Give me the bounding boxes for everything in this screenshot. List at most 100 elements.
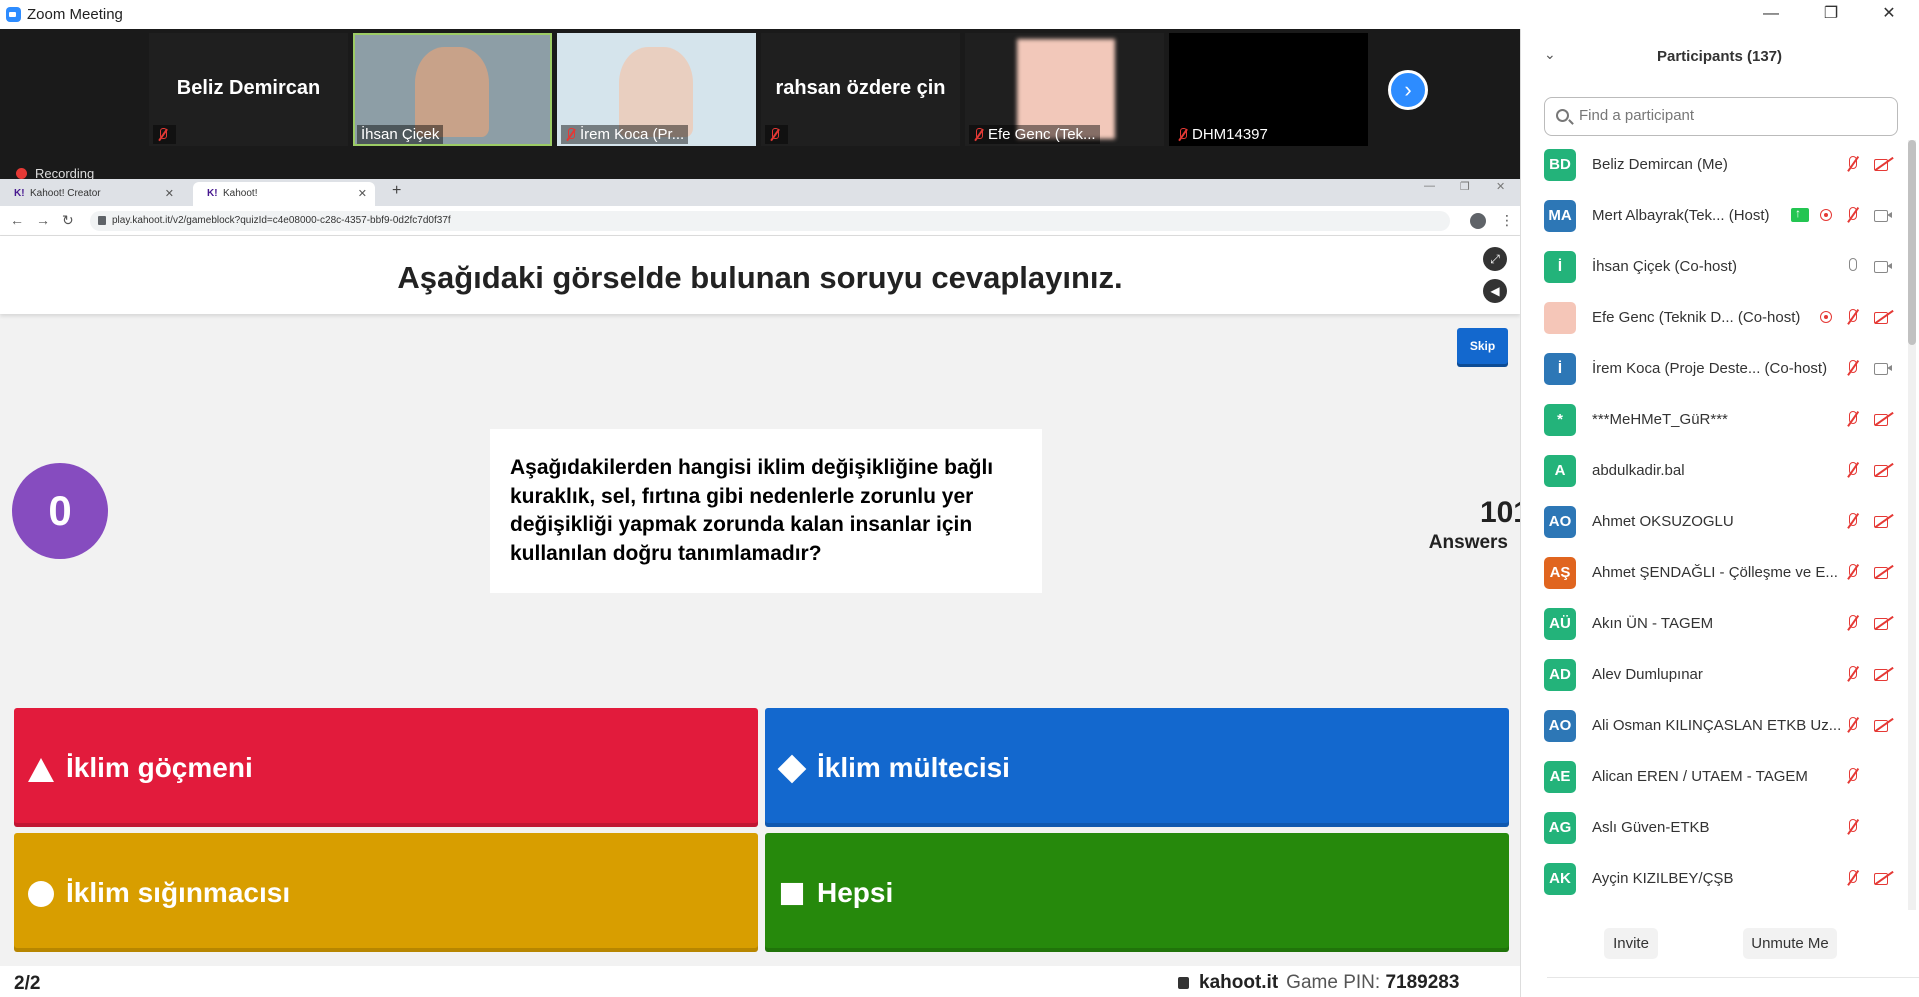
avatar: İ (1544, 353, 1576, 385)
fullscreen-icon[interactable]: ⤢ (1483, 247, 1507, 271)
participant-row[interactable]: AO Ali Osman KILINÇASLAN ETKB Uz... (1520, 702, 1899, 753)
window-title: Zoom Meeting (27, 6, 123, 23)
unmute-me-button[interactable]: Unmute Me (1743, 928, 1837, 959)
browser-tab-bar: K! Kahoot! Creator ✕ K! Kahoot! ✕ (0, 179, 1520, 206)
lock-icon (1178, 977, 1189, 989)
participant-row[interactable]: Efe Genc (Teknik D... (Co-host) (1520, 294, 1899, 345)
answers-label: Answers (1428, 532, 1508, 553)
participant-status-icons (1833, 818, 1893, 836)
participant-row[interactable]: AŞ Ahmet ŞENDAĞLI - Çölleşme ve E... (1520, 549, 1899, 600)
participant-name: Beliz Demircan (Me) (1592, 156, 1728, 173)
avatar: * (1544, 404, 1576, 436)
video-tile[interactable]: İrem Koca (Pr... (557, 33, 756, 146)
participant-name: Alev Dumlupınar (1592, 666, 1703, 683)
participant-name: İrem Koca (Proje Deste... (Co-host) (1592, 360, 1828, 377)
avatar: AE (1544, 761, 1576, 793)
video-tile[interactable]: Beliz Demircan (149, 33, 348, 146)
next-page-button[interactable]: › (1388, 70, 1428, 110)
participant-name: Akın ÜN - TAGEM (1592, 615, 1714, 632)
tile-label: DHM14397 (1173, 125, 1272, 144)
avatar: İ (1544, 251, 1576, 283)
answer-text: İklim mültecisi (817, 752, 1010, 783)
participant-status-icons (1833, 155, 1893, 173)
divider (1547, 977, 1919, 978)
mic-muted-icon (1843, 869, 1863, 887)
url-input[interactable]: play.kahoot.it/v2/gameblock?quizId=c4e08… (90, 211, 1450, 231)
tile-label-text: DHM14397 (1192, 126, 1268, 143)
avatar: AÜ (1544, 608, 1576, 640)
camera-off-icon (1873, 461, 1893, 479)
mic-muted-icon (1843, 665, 1863, 683)
question-text: Aşağıdakilerden hangisi iklim değişikliğ… (510, 456, 994, 565)
participant-row[interactable]: AE Alican EREN / UTAEM - TAGEM (1520, 753, 1899, 804)
tile-name: rahsan özdere çin (775, 77, 946, 99)
camera-icon (1873, 257, 1893, 275)
browser-restore-button[interactable]: ❐ (1460, 180, 1470, 193)
participant-row[interactable]: * ***MeHMeT_GüR*** (1520, 396, 1899, 447)
browser-minimize-button[interactable]: — (1424, 180, 1435, 192)
participants-title: Participants (137) (1656, 48, 1783, 65)
camera-off-icon (1873, 614, 1893, 632)
answer-option-triangle[interactable]: İklim göçmeni (14, 708, 758, 827)
video-tile[interactable]: İhsan Çiçek (353, 33, 552, 146)
scrollbar-thumb[interactable] (1908, 140, 1916, 345)
answer-text: İklim sığınmacısı (66, 877, 291, 908)
answer-option-square[interactable]: Hepsi (765, 833, 1509, 952)
new-tab-button[interactable]: + (392, 182, 401, 200)
close-button[interactable]: ✕ (1865, 2, 1913, 26)
mic-muted-icon (1843, 308, 1863, 326)
video-strip: Beliz Demircan İhsan Çiçek İrem Koca (Pr..… (0, 29, 1520, 181)
avatar: AD (1544, 659, 1576, 691)
video-tile[interactable]: Efe Genc (Tek... (965, 33, 1164, 146)
camera-icon (1873, 206, 1893, 224)
empty-slot (1873, 818, 1893, 836)
browser-tab-kahoot[interactable]: K! Kahoot! ✕ (193, 182, 375, 206)
tab-close-icon[interactable]: ✕ (358, 187, 367, 200)
page-counter: 2/2 (14, 973, 41, 994)
answers-count: 101 (1479, 496, 1530, 529)
participant-row[interactable]: İ İhsan Çiçek (Co-host) (1520, 243, 1899, 294)
minimize-button[interactable]: — (1747, 2, 1795, 26)
participant-row[interactable]: AD Alev Dumlupınar (1520, 651, 1899, 702)
participant-row[interactable]: BD Beliz Demircan (Me) (1520, 141, 1899, 192)
participant-row[interactable]: İ İrem Koca (Proje Deste... (Co-host) (1520, 345, 1899, 396)
reload-button[interactable]: ↻ (62, 212, 74, 229)
participant-status-icons (1833, 614, 1893, 632)
tab-close-icon[interactable]: ✕ (165, 187, 174, 200)
browser-tab-creator[interactable]: K! Kahoot! Creator ✕ (0, 182, 182, 206)
tile-label-text: İhsan Çiçek (361, 126, 440, 143)
participant-row[interactable]: AO Ahmet OKSUZOGLU (1520, 498, 1899, 549)
profile-avatar[interactable] (1470, 213, 1486, 229)
maximize-button[interactable]: ❐ (1807, 2, 1855, 26)
invite-button[interactable]: Invite (1604, 928, 1658, 959)
tile-name: Beliz Demircan (176, 77, 321, 99)
browser-close-button[interactable]: ✕ (1496, 180, 1505, 193)
participant-row[interactable]: Aabdulkadir.bal (1520, 447, 1899, 498)
avatar: AK (1544, 863, 1576, 895)
timer-circle: 0 (12, 463, 108, 559)
forward-button[interactable]: → (36, 212, 50, 228)
participant-status-icons (1833, 563, 1893, 581)
video-tile[interactable]: DHM14397 (1169, 33, 1368, 146)
participant-row[interactable]: AG Aslı Güven-ETKB (1520, 804, 1899, 855)
browser-menu-icon[interactable]: ⋮ (1500, 212, 1514, 229)
participant-status-icons (1781, 206, 1893, 224)
avatar: AG (1544, 812, 1576, 844)
skip-button[interactable]: Skip (1457, 328, 1508, 364)
mic-muted-icon (1843, 716, 1863, 734)
participant-name: Efe Genc (Teknik D... (Co-host) (1592, 309, 1801, 326)
participant-row[interactable]: MA Mert Albayrak(Tek... (Host) (1520, 192, 1899, 243)
back-button[interactable]: ← (10, 212, 24, 228)
mic-muted-icon (1843, 410, 1863, 428)
tile-label-text: Efe Genc (Tek... (988, 126, 1096, 143)
participant-search-input[interactable]: Find a participant (1544, 97, 1898, 136)
sound-icon[interactable]: ◀ (1483, 279, 1507, 303)
avatar: AŞ (1544, 557, 1576, 589)
participant-row[interactable]: AK Ayçin KIZILBEY/ÇŞB (1520, 855, 1899, 906)
camera-icon (1873, 359, 1893, 377)
participant-row[interactable]: AÜ Akın ÜN - TAGEM (1520, 600, 1899, 651)
answer-option-diamond[interactable]: İklim mültecisi (765, 708, 1509, 827)
participant-status-icons (1833, 410, 1893, 428)
answer-option-circle[interactable]: İklim sığınmacısı (14, 833, 758, 952)
video-tile[interactable]: rahsan özdere çin (761, 33, 960, 146)
